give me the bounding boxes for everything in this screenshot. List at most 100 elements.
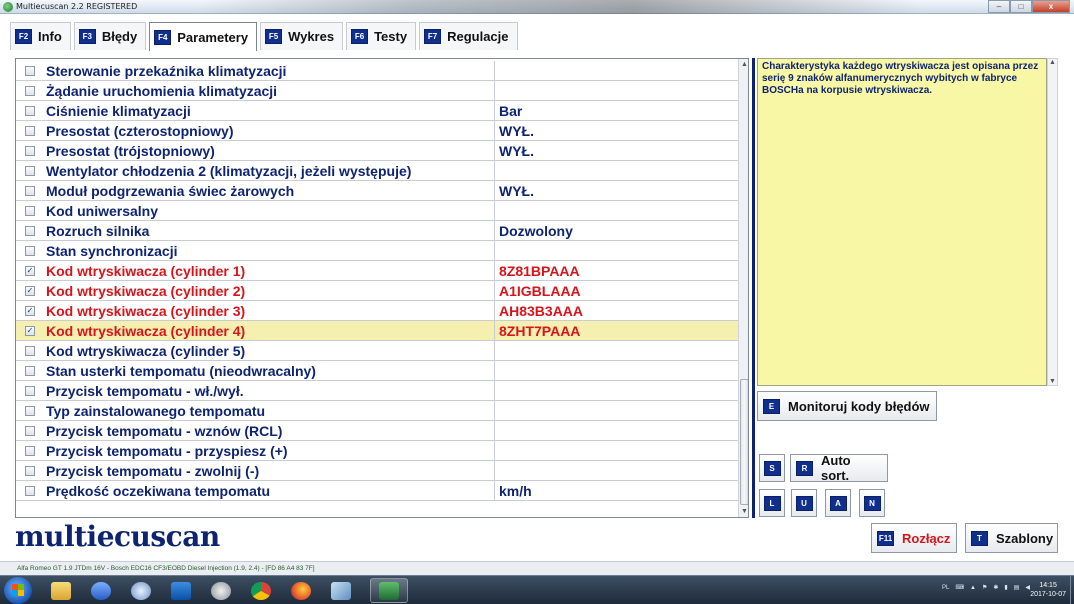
scroll-up-arrow-icon[interactable]: ▲ [739,59,748,70]
s-button[interactable]: S [759,454,785,482]
parameter-row[interactable]: Presostat (trójstopniowy) WYŁ. [16,140,738,161]
taskbar-explorer[interactable] [42,578,80,603]
tab-bar: F2 Info F3 Błędy F4 Parametery F5 Wykres F6 T… [10,22,521,51]
tab-parameters[interactable]: F4 Parametery [149,22,258,51]
keyboard-icon[interactable]: ⌨ [955,584,964,591]
parameter-checkbox[interactable] [25,405,35,416]
parameter-row[interactable]: Stan synchronizacji [16,240,738,261]
parameter-checkbox[interactable]: ✓ [25,285,35,296]
battery-icon[interactable]: ▮ [1004,584,1007,591]
disconnect-button[interactable]: F11 Rozłącz [871,523,957,553]
taskbar-multiecuscan[interactable] [370,578,408,603]
tab-adjustments[interactable]: F7 Regulacje [419,22,518,50]
parameter-name: Kod uniwersalny [46,200,495,221]
close-button[interactable]: x [1032,0,1070,13]
parameter-checkbox[interactable] [25,105,35,116]
parameter-checkbox[interactable] [25,365,35,376]
l-button[interactable]: L [759,489,785,517]
parameter-row[interactable]: Przycisk tempomatu - wznów (RCL) [16,420,738,441]
minimize-button[interactable]: – [988,0,1010,13]
parameter-checkbox[interactable] [25,445,35,456]
key-badge: T [971,530,988,546]
parameter-row[interactable]: Kod wtryskiwacza (cylinder 5) [16,340,738,361]
parameter-row[interactable]: Wentylator chłodzenia 2 (klimatyzacji, j… [16,160,738,181]
parameter-value: AH83B3AAA [499,302,584,319]
parameter-row[interactable]: Przycisk tempomatu - przyspiesz (+) [16,440,738,461]
parameter-checkbox[interactable]: ✓ [25,305,35,316]
parameter-name: Stan synchronizacji [46,240,495,261]
parameter-checkbox[interactable] [25,225,35,236]
parameter-row[interactable]: ✓ Kod wtryskiwacza (cylinder 4) 8ZHT7PAAA [16,320,738,341]
parameter-checkbox[interactable]: ✓ [25,265,35,276]
templates-button[interactable]: T Szablony [965,523,1058,553]
scroll-down-arrow-icon[interactable]: ▼ [739,506,748,517]
parameter-row[interactable]: Typ zainstalowanego tempomatu [16,400,738,421]
panel-splitter[interactable] [752,58,755,518]
scroll-down-arrow-icon[interactable]: ▼ [1048,378,1057,385]
taskbar-settings-app[interactable] [202,578,240,603]
outlook-icon [171,581,191,600]
taskbar-chrome[interactable] [242,578,280,603]
taskbar-window-app[interactable] [322,578,360,603]
taskbar-outlook[interactable] [162,578,200,603]
taskbar-clock[interactable]: 14:15 2017-10-07 [1030,581,1066,599]
parameter-checkbox[interactable] [25,385,35,396]
tab-tests[interactable]: F6 Testy [346,22,417,50]
key-badge: F4 [154,29,172,45]
parameter-checkbox[interactable] [25,185,35,196]
parameter-checkbox[interactable] [25,245,35,256]
key-badge: F2 [15,29,32,44]
parameter-row[interactable]: ✓ Kod wtryskiwacza (cylinder 2) A1IGBLAAA [16,280,738,301]
action-center-flag-icon[interactable]: ⚑ [982,584,987,591]
parameter-row[interactable]: ✓ Kod wtryskiwacza (cylinder 1) 8Z81BPAAA [16,260,738,281]
parameter-row[interactable]: Stan usterki tempomatu (nieodwracalny) [16,360,738,381]
tab-info[interactable]: F2 Info [10,22,71,50]
parameter-row[interactable]: Kod uniwersalny [16,200,738,221]
parameter-checkbox[interactable] [25,85,35,96]
taskbar-firefox[interactable] [282,578,320,603]
parameter-checkbox[interactable] [25,145,35,156]
parameter-checkbox[interactable] [25,65,35,76]
parameter-checkbox[interactable] [25,425,35,436]
parameter-row[interactable]: ✓ Kod wtryskiwacza (cylinder 3) AH83B3AAA [16,300,738,321]
parameter-list-scrollbar[interactable]: ▲ ▼ [738,59,748,517]
firefox-icon [291,581,311,600]
bluetooth-icon[interactable]: ✱ [993,584,998,591]
parameter-checkbox[interactable] [25,465,35,476]
taskbar-media-player[interactable] [82,578,120,603]
parameter-row[interactable]: Prędkość oczekiwana tempomatu km/h [16,480,738,501]
show-hidden-icons-icon[interactable]: ▲ [970,585,976,591]
parameter-row[interactable]: Ciśnienie klimatyzacji Bar [16,100,738,121]
n-button[interactable]: N [859,489,885,517]
parameter-row[interactable]: Moduł podgrzewania świec żarowych WYŁ. [16,180,738,201]
maximize-button[interactable]: □ [1010,0,1032,13]
tab-errors[interactable]: F3 Błędy [73,22,147,50]
u-button[interactable]: U [791,489,817,517]
start-button[interactable] [4,577,32,604]
language-indicator[interactable]: PL [942,585,949,591]
auto-sort-button[interactable]: R Auto sort. [790,453,888,483]
description-panel: Charakterystyka każdego wtryskiwacza jes… [757,58,1047,386]
taskbar-network-app[interactable] [122,578,160,603]
scroll-up-arrow-icon[interactable]: ▲ [1048,59,1057,66]
parameter-row[interactable]: Sterowanie przekaźnika klimatyzacji [16,60,738,81]
parameter-row[interactable]: Żądanie uruchomienia klimatyzacji [16,80,738,101]
parameter-row[interactable]: Przycisk tempomatu - wł./wył. [16,380,738,401]
show-desktop-button[interactable] [1070,576,1074,604]
tab-chart[interactable]: F5 Wykres [260,22,344,50]
parameter-checkbox[interactable] [25,165,35,176]
network-icon[interactable]: ▤ [1014,584,1020,591]
parameter-row[interactable]: Przycisk tempomatu - zwolnij (-) [16,460,738,481]
parameter-checkbox[interactable] [25,345,35,356]
scrollbar-thumb[interactable] [740,379,748,505]
parameter-row[interactable]: Rozruch silnika Dozwolony [16,220,738,241]
parameter-checkbox[interactable] [25,205,35,216]
parameter-row[interactable]: Presostat (czterostopniowy) WYŁ. [16,120,738,141]
clock-time: 14:15 [1039,582,1057,589]
a-button[interactable]: A [825,489,851,517]
monitor-error-codes-button[interactable]: E Monitoruj kody błędów [757,391,937,421]
description-scrollbar[interactable]: ▲ ▼ [1047,58,1058,386]
parameter-checkbox[interactable] [25,485,35,496]
parameter-checkbox[interactable]: ✓ [25,325,35,336]
parameter-checkbox[interactable] [25,125,35,136]
